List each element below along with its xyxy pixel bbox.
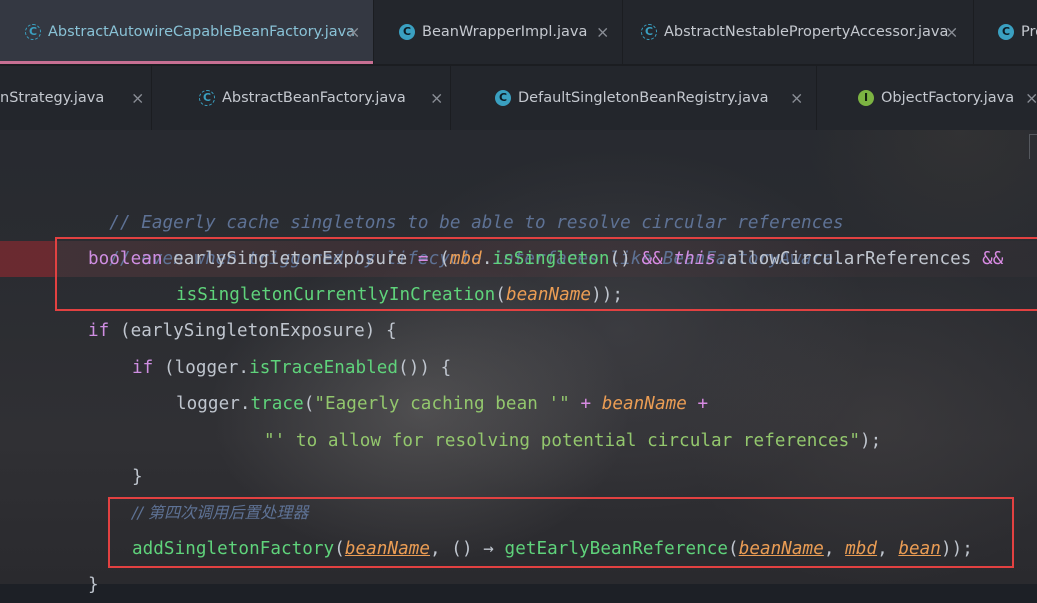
code-line-if-trace: if (logger.isTraceEnabled()) { bbox=[132, 358, 452, 378]
tab-label: ObjectFactory.java bbox=[881, 90, 1015, 106]
close-icon[interactable]: × bbox=[131, 89, 144, 108]
close-icon[interactable]: × bbox=[945, 23, 958, 42]
tab-label: BeanWrapperImpl.java bbox=[422, 24, 588, 40]
code-line-if-exposure: if (earlySingletonExposure) { bbox=[88, 321, 397, 341]
code-line-logger-trace: logger.trace("Eagerly caching bean '" + … bbox=[176, 394, 709, 414]
close-icon[interactable]: × bbox=[790, 89, 803, 108]
class-icon: C bbox=[399, 24, 415, 40]
tab-abstract-autowire-capable-bean-factory[interactable]: C AbstractAutowireCapableBeanFactory.jav… bbox=[0, 0, 374, 64]
code-line-comment-2: // even when triggered by lifecycle inte… bbox=[109, 249, 844, 269]
editor-corner-marker bbox=[1029, 134, 1037, 159]
tab-label: nStrategy.java bbox=[0, 90, 105, 106]
close-icon[interactable]: × bbox=[430, 89, 443, 108]
code-line-comment-1: // Eagerly cache singletons to be able t… bbox=[109, 213, 844, 233]
editor-tab-bar-top: C AbstractAutowireCapableBeanFactory.jav… bbox=[0, 0, 1037, 64]
tab-label: Pro bbox=[1021, 24, 1037, 40]
interface-icon: I bbox=[858, 90, 874, 106]
code-line-trace-message: "' to allow for resolving potential circ… bbox=[264, 431, 882, 451]
abstract-class-icon: C bbox=[199, 90, 215, 106]
tab-object-factory[interactable]: I ObjectFactory.java × bbox=[817, 66, 1037, 130]
tab-label: AbstractNestablePropertyAccessor.java bbox=[664, 24, 949, 40]
tab-bean-wrapper-impl[interactable]: C BeanWrapperImpl.java × bbox=[374, 0, 623, 64]
tab-pro[interactable]: C Pro bbox=[974, 0, 1037, 64]
tab-abstract-bean-factory[interactable]: C AbstractBeanFactory.java × bbox=[152, 66, 451, 130]
highlight-box-add-singleton-factory bbox=[108, 497, 1014, 568]
class-icon: C bbox=[495, 90, 511, 106]
tab-label: DefaultSingletonBeanRegistry.java bbox=[518, 90, 769, 106]
close-icon[interactable]: × bbox=[596, 23, 609, 42]
highlight-box-early-exposure bbox=[55, 237, 1037, 311]
tab-strategy[interactable]: nStrategy.java × bbox=[0, 66, 152, 130]
code-line-final-brace: } bbox=[88, 575, 99, 595]
abstract-class-icon: C bbox=[641, 24, 657, 40]
close-icon[interactable]: × bbox=[1025, 89, 1037, 108]
abstract-class-icon: C bbox=[25, 24, 41, 40]
tab-default-singleton-bean-registry[interactable]: C DefaultSingletonBeanRegistry.java × bbox=[451, 66, 817, 130]
editor-tab-bar-bottom: nStrategy.java × C AbstractBeanFactory.j… bbox=[0, 66, 1037, 130]
tab-label: AbstractBeanFactory.java bbox=[222, 90, 406, 106]
class-icon: C bbox=[998, 24, 1014, 40]
tab-label: AbstractAutowireCapableBeanFactory.java bbox=[48, 24, 356, 40]
code-line-close-brace: } bbox=[132, 467, 143, 487]
close-icon[interactable]: × bbox=[347, 23, 360, 42]
tab-abstract-nestable-property-accessor[interactable]: C AbstractNestablePropertyAccessor.java … bbox=[623, 0, 974, 64]
